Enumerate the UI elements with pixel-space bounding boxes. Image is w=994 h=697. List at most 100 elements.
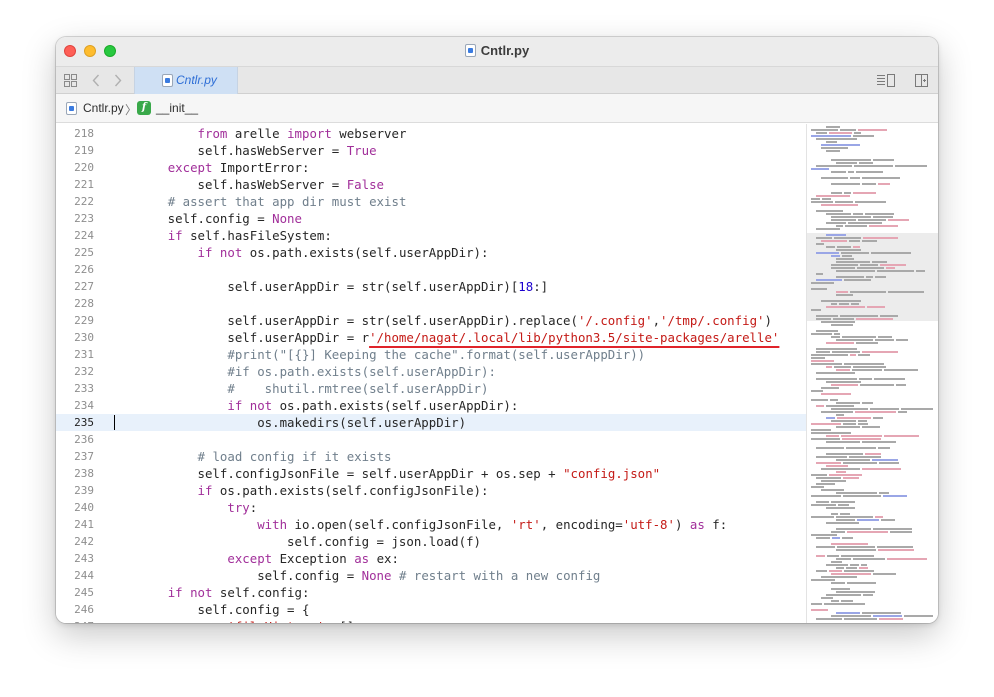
code-line[interactable]: 238 self.configJsonFile = self.userAppDi… — [56, 465, 806, 482]
code-line[interactable]: 241 with io.open(self.configJsonFile, 'r… — [56, 516, 806, 533]
code-line[interactable]: 243 except Exception as ex: — [56, 550, 806, 567]
breadcrumb-symbol[interactable]: __init__ — [156, 101, 198, 115]
minimap-code-stripe — [836, 270, 875, 272]
code-line[interactable]: 226 — [56, 261, 806, 278]
minimap-code-stripe — [853, 192, 876, 194]
code-line[interactable]: 246 self.config = { — [56, 601, 806, 618]
minimap-code-stripe — [826, 417, 835, 419]
code-line[interactable]: 227 self.userAppDir = str(self.userAppDi… — [56, 278, 806, 295]
code-line[interactable]: 224 if self.hasFileSystem: — [56, 227, 806, 244]
chevron-right-icon[interactable] — [114, 74, 122, 87]
code-line[interactable]: 239 if os.path.exists(self.configJsonFil… — [56, 482, 806, 499]
minimap-code-stripe — [821, 300, 861, 302]
minimap-code-stripe — [811, 429, 831, 431]
code-line[interactable]: 228 — [56, 295, 806, 312]
code-line[interactable]: 236 — [56, 431, 806, 448]
line-number: 244 — [74, 569, 94, 582]
minimap-code-stripe — [837, 417, 871, 419]
line-number: 241 — [74, 518, 94, 531]
minimap-code-stripe — [846, 447, 876, 449]
code-line[interactable]: 225 if not os.path.exists(self.userAppDi… — [56, 244, 806, 261]
minimap-code-stripe — [816, 372, 855, 374]
code-line[interactable]: 221 self.hasWebServer = False — [56, 176, 806, 193]
code-text: if self.hasFileSystem: — [108, 227, 332, 244]
minimap-code-stripe — [811, 603, 822, 605]
minimap-code-stripe — [847, 582, 876, 584]
minimap-code-stripe — [834, 237, 861, 239]
minimap-code-stripe — [841, 555, 874, 557]
code-token: os.makedirs(self.userAppDir) — [108, 415, 467, 430]
code-text: self.hasWebServer = False — [108, 176, 385, 193]
chevron-left-icon[interactable] — [92, 74, 100, 87]
code-text: self.config = None # restart with a new … — [108, 567, 600, 584]
breadcrumb-file[interactable]: Cntlr.py — [83, 101, 124, 115]
minimap-code-stripe — [857, 519, 879, 521]
code-line[interactable]: 233 # shutil.rmtree(self.userAppDir) — [56, 380, 806, 397]
code-token: as — [689, 517, 705, 532]
code-line[interactable]: 218 from arelle import webserver — [56, 125, 806, 142]
code-editor[interactable]: 218 from arelle import webserver 219 self… — [56, 124, 806, 623]
tab-cntlr-py[interactable]: Cntlr.py — [134, 67, 238, 94]
line-number: 228 — [74, 297, 94, 310]
minimap-code-stripe — [821, 147, 848, 149]
minimap-code-stripe — [862, 351, 898, 353]
minimap-code-stripe — [816, 351, 830, 353]
minimap-code-stripe — [827, 555, 839, 557]
code-text: #print("[{}] Keeping the cache".format(s… — [108, 346, 645, 363]
minimap-code-stripe — [858, 219, 886, 221]
code-line[interactable]: 229 self.userAppDir = str(self.userAppDi… — [56, 312, 806, 329]
minimap-code-stripe — [837, 246, 851, 248]
code-line[interactable]: 242 self.config = json.load(f) — [56, 533, 806, 550]
minimap-code-stripe — [816, 273, 823, 275]
code-token: "config.json" — [563, 466, 661, 481]
code-text: self.config = json.load(f) — [108, 533, 481, 550]
code-line[interactable]: 220 except ImportError: — [56, 159, 806, 176]
minimap-code-stripe — [811, 309, 821, 311]
minimap-code-stripe — [844, 279, 871, 281]
code-line[interactable]: 234 if not os.path.exists(self.userAppDi… — [56, 397, 806, 414]
minimap-code-stripe — [829, 570, 842, 572]
code-line[interactable]: 232 #if os.path.exists(self.userAppDir): — [56, 363, 806, 380]
split-editor-icon[interactable] — [915, 74, 928, 87]
code-text: self.hasWebServer = True — [108, 142, 377, 159]
code-line[interactable]: 237 # load config if it exists — [56, 448, 806, 465]
minimap-code-stripe — [811, 333, 832, 335]
minimap-code-stripe — [811, 495, 841, 497]
minimap-code-stripe — [829, 474, 862, 476]
code-line[interactable]: 245 if not self.config: — [56, 584, 806, 601]
code-line[interactable]: 235 os.makedirs(self.userAppDir) — [56, 414, 806, 431]
minimap-code-stripe — [816, 456, 847, 458]
minimap-code-stripe — [811, 423, 841, 425]
code-token: # restart with a new config — [398, 568, 601, 583]
minimap[interactable] — [806, 124, 938, 623]
code-line[interactable]: 230 self.userAppDir = r'/home/nagat/.loc… — [56, 329, 806, 346]
code-line[interactable]: 240 try: — [56, 499, 806, 516]
code-text: if not self.config: — [108, 584, 310, 601]
minimap-code-stripe — [831, 408, 868, 410]
minimap-code-stripe — [831, 582, 845, 584]
code-line[interactable]: 219 self.hasWebServer = True — [56, 142, 806, 159]
code-line[interactable]: 223 self.config = None — [56, 210, 806, 227]
code-line[interactable]: 222 # assert that app dir must exist — [56, 193, 806, 210]
minimap-code-stripe — [858, 420, 867, 422]
minimap-code-stripe — [821, 144, 860, 146]
minimap-code-stripe — [831, 513, 838, 515]
code-line[interactable]: 247 'fileHistory': [], — [56, 618, 806, 623]
code-token: if not — [227, 398, 273, 413]
code-line[interactable]: 244 self.config = None # restart with a … — [56, 567, 806, 584]
code-line[interactable]: 231 #print("[{}] Keeping the cache".form… — [56, 346, 806, 363]
list-icon[interactable] — [877, 74, 895, 87]
minimap-code-stripe — [831, 267, 855, 269]
grid-icon[interactable] — [64, 74, 77, 87]
minimap-code-stripe — [831, 600, 839, 602]
minimap-code-stripe — [872, 261, 887, 263]
code-token: : — [249, 500, 258, 515]
minimap-code-stripe — [850, 177, 860, 179]
minimap-code-stripe — [821, 240, 847, 242]
minimap-code-stripe — [831, 159, 871, 161]
line-number: 218 — [74, 127, 94, 140]
